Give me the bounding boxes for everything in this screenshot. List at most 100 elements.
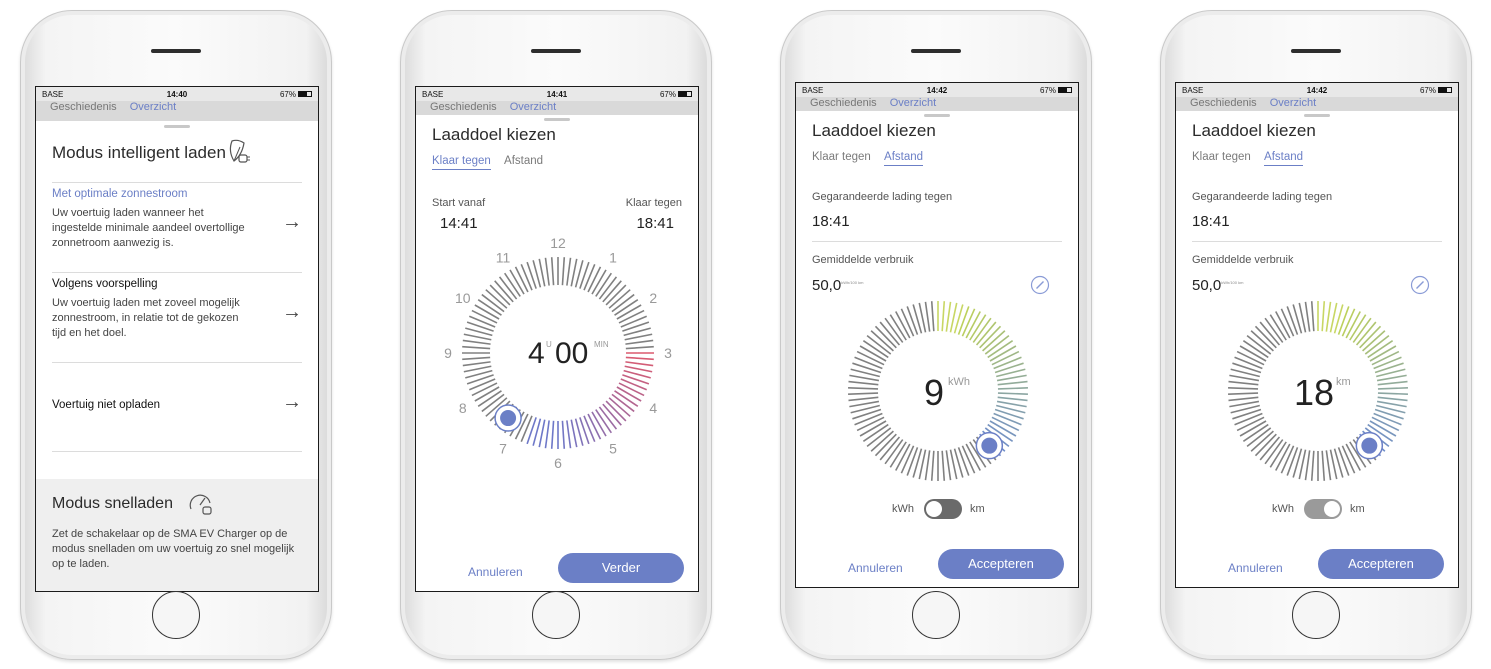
status-time: 14:42 bbox=[926, 85, 948, 95]
dial-tick bbox=[471, 382, 498, 397]
dial-tick bbox=[618, 382, 645, 397]
tab-geschiedenis[interactable]: Geschiedenis bbox=[1190, 97, 1257, 109]
energy-dial[interactable]: 9 kWh bbox=[846, 299, 1030, 483]
divider bbox=[1192, 241, 1442, 242]
tab-geschiedenis[interactable]: Geschiedenis bbox=[50, 101, 117, 113]
dial-tick bbox=[561, 257, 566, 286]
dial-tick bbox=[1234, 356, 1263, 370]
dial-handle-dot[interactable] bbox=[1361, 437, 1378, 454]
option-forecast-title[interactable]: Volgens voorspelling bbox=[52, 278, 158, 290]
time-dial[interactable]: 1212345678910114 U 00 MIN bbox=[436, 231, 680, 475]
option-solar-title[interactable]: Met optimale zonnestroom bbox=[52, 188, 188, 200]
battery: 67% bbox=[1362, 86, 1452, 95]
unit-toggle[interactable] bbox=[924, 499, 962, 519]
dial-tick bbox=[463, 333, 492, 341]
arrow-right-icon[interactable]: → bbox=[282, 211, 302, 234]
accept-button[interactable]: Accepteren bbox=[1318, 549, 1444, 579]
home-button[interactable] bbox=[912, 591, 960, 639]
tab-ready-by[interactable]: Klaar tegen bbox=[1192, 151, 1251, 165]
tab-overzicht[interactable]: Overzicht bbox=[130, 101, 176, 113]
dial-tick bbox=[620, 378, 647, 391]
toggle-left-label: kWh bbox=[892, 503, 914, 515]
sheet-grabber[interactable] bbox=[164, 125, 190, 128]
dial-handle-dot[interactable] bbox=[500, 410, 517, 427]
tab-distance[interactable]: Afstand bbox=[504, 155, 543, 169]
home-button[interactable] bbox=[152, 591, 200, 639]
next-button[interactable]: Verder bbox=[558, 553, 684, 583]
speaker bbox=[911, 49, 961, 53]
dial-tick bbox=[941, 450, 946, 481]
dial-tick bbox=[1377, 396, 1408, 402]
dial-tick bbox=[538, 419, 546, 448]
sheet-grabber[interactable] bbox=[1304, 114, 1330, 117]
tab-overzicht[interactable]: Overzicht bbox=[890, 97, 936, 109]
goal-tabs: Klaar tegen Afstand bbox=[432, 155, 553, 170]
sheet-grabber[interactable] bbox=[544, 118, 570, 121]
dial-tick bbox=[924, 301, 931, 332]
divider bbox=[52, 362, 302, 363]
dial-tick bbox=[469, 315, 496, 328]
cancel-button[interactable]: Annuleren bbox=[468, 565, 523, 579]
phone-3: BASE 14:42 67% Geschiedenis Overzicht La… bbox=[780, 10, 1092, 667]
status-time: 14:40 bbox=[166, 89, 188, 99]
dial-tick bbox=[462, 339, 491, 345]
distance-dial[interactable]: 18 km bbox=[1226, 299, 1410, 483]
consumption-label: Gemiddelde verbruik bbox=[812, 254, 914, 266]
home-button[interactable] bbox=[1292, 591, 1340, 639]
dial-tick bbox=[1310, 450, 1315, 481]
battery-percent: 67% bbox=[1039, 85, 1056, 95]
dial-tick bbox=[1377, 380, 1408, 386]
battery: 67% bbox=[222, 90, 312, 99]
divider bbox=[52, 272, 302, 273]
goal-sheet: Laaddoel kiezen Klaar tegen Afstand Star… bbox=[416, 115, 698, 591]
arrow-right-icon[interactable]: → bbox=[282, 301, 302, 324]
goal-tabs: Klaar tegen Afstand bbox=[1192, 151, 1313, 166]
status-bar: BASE 14:42 67% bbox=[796, 83, 1078, 97]
dial-handle-dot[interactable] bbox=[981, 437, 998, 454]
accept-button[interactable]: Accepteren bbox=[938, 549, 1064, 579]
dial-tick bbox=[583, 415, 596, 442]
edit-pencil-icon[interactable] bbox=[1030, 275, 1050, 295]
tab-distance[interactable]: Afstand bbox=[1264, 151, 1304, 166]
unit-toggle[interactable] bbox=[1304, 499, 1342, 519]
dial-tick bbox=[587, 413, 602, 440]
sheet-grabber[interactable] bbox=[924, 114, 950, 117]
dial-tick bbox=[848, 392, 879, 395]
tab-ready-by[interactable]: Klaar tegen bbox=[432, 155, 491, 170]
home-button[interactable] bbox=[532, 591, 580, 639]
tab-geschiedenis[interactable]: Geschiedenis bbox=[430, 101, 497, 113]
guaranteed-label: Gegarandeerde lading tegen bbox=[1192, 191, 1333, 203]
tab-overzicht[interactable]: Overzicht bbox=[1270, 97, 1316, 109]
battery-percent: 67% bbox=[1419, 85, 1436, 95]
dial-tick bbox=[1304, 301, 1311, 332]
dial-tick bbox=[1228, 396, 1259, 402]
dial-tick bbox=[625, 361, 654, 367]
plug-leaf-icon bbox=[229, 139, 250, 163]
tab-geschiedenis[interactable]: Geschiedenis bbox=[810, 97, 877, 109]
dial-tick bbox=[624, 333, 653, 341]
tab-overzicht[interactable]: Overzicht bbox=[510, 101, 556, 113]
dial-tick bbox=[544, 420, 550, 449]
carrier: BASE bbox=[42, 89, 64, 99]
start-label: Start vanaf bbox=[432, 197, 486, 209]
speaker bbox=[531, 49, 581, 53]
cancel-button[interactable]: Annuleren bbox=[1228, 561, 1283, 575]
dial-tick bbox=[538, 258, 546, 287]
battery-icon bbox=[1438, 87, 1452, 94]
tab-distance[interactable]: Afstand bbox=[884, 151, 924, 166]
divider bbox=[52, 451, 302, 452]
dial-tick bbox=[469, 378, 496, 391]
clock-number: 5 bbox=[609, 440, 617, 456]
option-no-charge-title[interactable]: Voertuig niet opladen bbox=[52, 399, 160, 411]
screen-mode: BASE 14:40 67% Geschiedenis Overzicht Mo… bbox=[35, 86, 319, 592]
phone-4: BASE 14:42 67% Geschiedenis Overzicht La… bbox=[1160, 10, 1472, 667]
option-solar-desc: Uw voertuig laden wanneer het ingestelde… bbox=[52, 207, 245, 249]
dial-tick bbox=[854, 412, 883, 426]
duration-minutes-unit: MIN bbox=[594, 340, 609, 349]
cancel-button[interactable]: Annuleren bbox=[848, 561, 903, 575]
tab-ready-by[interactable]: Klaar tegen bbox=[812, 151, 871, 165]
status-time: 14:42 bbox=[1306, 85, 1328, 95]
arrow-right-icon[interactable]: → bbox=[282, 391, 302, 414]
dial-tick bbox=[1377, 387, 1408, 390]
edit-pencil-icon[interactable] bbox=[1410, 275, 1430, 295]
